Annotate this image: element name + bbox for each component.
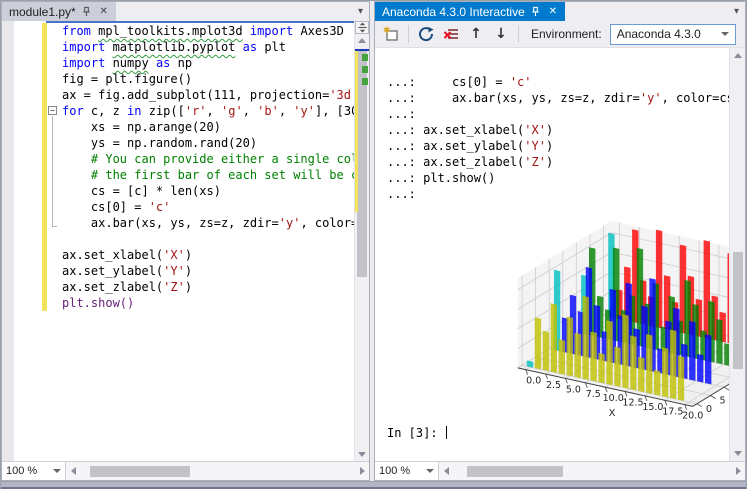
tab-overflow-icon[interactable]: ▾ [352, 6, 369, 17]
close-icon[interactable]: ✕ [547, 6, 559, 18]
text-caret [446, 426, 447, 439]
scrollbar-thumb[interactable] [733, 252, 743, 369]
reset-icon[interactable] [415, 23, 437, 45]
toolbar-separator [408, 25, 409, 43]
scroll-left-icon[interactable] [439, 462, 453, 480]
svg-text:2.5: 2.5 [546, 380, 561, 391]
svg-text:0: 0 [706, 404, 712, 415]
history-previous-icon[interactable]: ↑ [465, 23, 487, 45]
scroll-annotation-saved [362, 78, 368, 85]
right-bottom-bar: 100 % [375, 461, 745, 480]
close-icon[interactable]: ✕ [98, 6, 110, 18]
svg-text:10.0: 10.0 [602, 393, 623, 404]
scroll-up-icon[interactable] [355, 34, 369, 47]
zoom-select[interactable]: 100 % [2, 462, 66, 480]
left-bottom-bar: 100 % [2, 461, 369, 480]
pin-icon[interactable] [530, 6, 542, 18]
breakpoint-margin[interactable] [2, 21, 14, 461]
svg-text:20.0: 20.0 [682, 411, 703, 422]
fold-collapse-icon[interactable]: − [48, 106, 57, 115]
tab-title: Anaconda 4.3.0 Interactive [382, 5, 525, 19]
repl-horizontal-scrollbar[interactable] [439, 462, 745, 480]
tab-anaconda-interactive[interactable]: Anaconda 4.3.0 Interactive ✕ [375, 2, 565, 21]
scroll-left-icon[interactable] [66, 462, 80, 480]
svg-text:17.5: 17.5 [662, 406, 683, 417]
h-scrollbar-track[interactable] [453, 462, 731, 480]
environment-value: Anaconda 4.3.0 [617, 27, 717, 41]
zoom-select[interactable]: 100 % [375, 462, 439, 480]
scrollbar-track[interactable] [355, 48, 369, 447]
scroll-annotation-saved [362, 66, 368, 73]
chevron-down-icon [426, 469, 434, 473]
h-scrollbar-thumb[interactable] [90, 466, 190, 477]
svg-text:5.0: 5.0 [566, 384, 581, 395]
new-interactive-window-icon[interactable]: ✱ [380, 23, 402, 45]
history-next-icon[interactable]: ↓ [490, 23, 512, 45]
editor-row: from mpl_toolkits.mplot3d import Axes3Di… [2, 21, 369, 461]
repl-vertical-scrollbar[interactable] [729, 48, 745, 461]
interactive-repl[interactable]: ...: cs[0] = 'c'...: ax.bar(xs, ys, zs=z… [375, 48, 729, 461]
interactive-pane: Anaconda 4.3.0 Interactive ✕ ▾ ✱ [374, 1, 746, 481]
repl-row: ...: cs[0] = 'c'...: ax.bar(xs, ys, zs=z… [375, 48, 745, 461]
h-scrollbar-track[interactable] [80, 462, 355, 480]
scroll-right-icon[interactable] [355, 462, 369, 480]
svg-text:15.0: 15.0 [642, 402, 663, 413]
right-tabstrip: Anaconda 4.3.0 Interactive ✕ ▾ [375, 2, 745, 21]
repl-prompt[interactable]: In [3]: [387, 425, 447, 441]
vs-window: module1.py* ✕ ▾ from mpl_t [0, 0, 747, 489]
tab-module1-py[interactable]: module1.py* ✕ [2, 2, 116, 21]
editor-horizontal-scrollbar[interactable] [66, 462, 369, 480]
environment-select[interactable]: Anaconda 4.3.0 [610, 24, 736, 45]
svg-text:✱: ✱ [383, 26, 391, 36]
svg-text:12.5: 12.5 [622, 398, 643, 409]
tab-title: module1.py* [9, 5, 76, 19]
code-editor-pane: module1.py* ✕ ▾ from mpl_t [1, 1, 370, 481]
scroll-annotation-unsaved [355, 50, 358, 212]
zoom-value: 100 % [379, 465, 422, 477]
code-text[interactable]: from mpl_toolkits.mplot3d import Axes3Di… [62, 23, 354, 461]
svg-text:5: 5 [719, 396, 725, 407]
fold-guide-foot [52, 226, 57, 227]
window-bottom-border [1, 481, 746, 489]
fold-guide-line [52, 116, 53, 226]
scroll-right-icon[interactable] [731, 462, 745, 480]
svg-text:0.0: 0.0 [526, 376, 541, 387]
toolbar-separator [518, 25, 519, 43]
repl-history: ...: cs[0] = 'c'...: ax.bar(xs, ys, zs=z… [375, 74, 729, 202]
scroll-up-icon[interactable] [730, 49, 745, 62]
clear-screen-icon[interactable] [440, 23, 462, 45]
scroll-down-icon[interactable] [355, 448, 369, 461]
editor-vertical-scrollbar[interactable] [354, 21, 369, 461]
h-scrollbar-thumb[interactable] [467, 466, 563, 477]
environment-label: Environment: [531, 27, 602, 41]
svg-text:X: X [608, 408, 615, 419]
splitter-handle-icon[interactable] [355, 21, 369, 34]
editor-groups: module1.py* ✕ ▾ from mpl_t [1, 1, 746, 481]
change-tracking-bar [42, 23, 47, 311]
svg-text:7.5: 7.5 [585, 389, 600, 400]
zoom-value: 100 % [6, 465, 49, 477]
interactive-toolbar: ✱ [375, 21, 745, 48]
scroll-annotation-caret [355, 49, 369, 51]
tab-overflow-icon[interactable]: ▾ [728, 6, 745, 17]
left-tabstrip: module1.py* ✕ ▾ [2, 2, 369, 21]
code-editor[interactable]: from mpl_toolkits.mplot3d import Axes3Di… [2, 21, 354, 461]
chevron-down-icon [53, 469, 61, 473]
scroll-down-icon[interactable] [730, 447, 745, 460]
scroll-annotation-saved [362, 54, 368, 61]
pin-icon[interactable] [81, 6, 93, 18]
matplotlib-3d-plot: 0.02.55.07.510.012.515.017.520.005101520… [425, 194, 727, 410]
chevron-down-icon [721, 32, 729, 36]
